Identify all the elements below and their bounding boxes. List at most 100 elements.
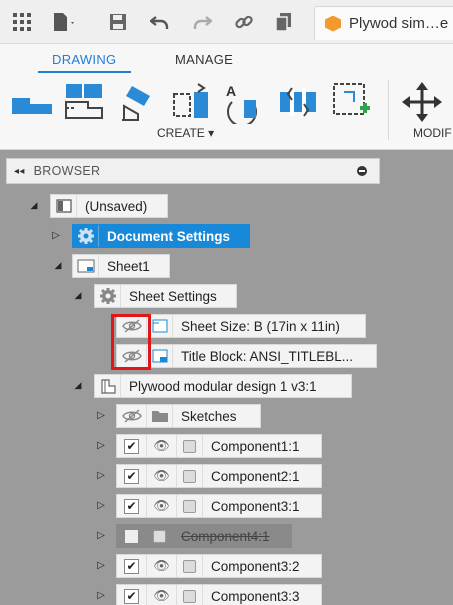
tree-item-label: Component2:1 <box>211 468 300 484</box>
collapse-arrow-icon[interactable]: ▷ <box>95 500 107 511</box>
visibility-checkbox[interactable]: ✔ <box>117 585 147 605</box>
tree-item-sketches[interactable]: Sketches <box>116 404 261 428</box>
tree-item-label: Document Settings <box>107 228 231 244</box>
checkbox-checked-icon[interactable]: ✔ <box>124 438 139 454</box>
link-icon[interactable] <box>232 10 256 34</box>
copy-icon[interactable] <box>272 10 296 34</box>
component-icon <box>147 525 173 547</box>
tab-manage[interactable]: MANAGE <box>175 52 233 67</box>
tree-item-label: Plywood modular design 1 v3:1 <box>129 378 317 394</box>
eye-icon[interactable]: 👁 <box>147 585 177 605</box>
ribbon-separator <box>388 80 389 140</box>
expand-arrow-icon[interactable]: ◢ <box>72 290 84 301</box>
visibility-checkbox[interactable]: ✔ <box>117 465 147 487</box>
checkbox-checked-icon[interactable]: ✔ <box>124 558 139 574</box>
tree-root-label: (Unsaved) <box>85 198 148 214</box>
folder-icon <box>147 405 173 427</box>
eye-icon[interactable]: 👁 <box>147 555 177 577</box>
design-ref-icon <box>95 375 121 397</box>
gear-icon <box>95 285 121 307</box>
detail-view-icon[interactable] <box>170 80 214 124</box>
document-tab-title: Plywod sim…e <box>349 15 449 32</box>
document-icon <box>51 195 77 217</box>
component-icon <box>177 555 203 577</box>
collapse-arrow-icon[interactable]: ▷ <box>95 590 107 601</box>
checkbox-checked-icon[interactable]: ✔ <box>124 498 139 514</box>
tree-item-component[interactable]: ✔ 👁 Component2:1 <box>116 464 322 488</box>
collapse-arrow-icon[interactable]: ▷ <box>95 530 107 541</box>
tree-item-label: Sheet1 <box>107 258 150 274</box>
save-icon[interactable] <box>106 10 130 34</box>
highlight-box <box>111 314 151 370</box>
tree-item-sheet-settings[interactable]: Sheet Settings <box>94 284 237 308</box>
collapse-arrow-icon[interactable]: ▷ <box>95 410 107 421</box>
tree-item-title-block[interactable]: Title Block: ANSI_TITLEBL... <box>116 344 377 368</box>
checkbox-unchecked-icon[interactable] <box>124 528 139 544</box>
collapse-panel-icon[interactable]: ◂◂ <box>14 166 25 177</box>
base-view-icon[interactable] <box>10 80 54 124</box>
modify-menu[interactable]: MODIF <box>413 126 452 140</box>
break-view-icon[interactable] <box>276 80 320 124</box>
tree-item-component[interactable]: ✔ 👁 Component3:1 <box>116 494 322 518</box>
eye-icon[interactable]: 👁 <box>147 495 177 517</box>
expand-arrow-icon[interactable]: ◢ <box>52 260 64 271</box>
tree-root[interactable]: (Unsaved) <box>50 194 168 218</box>
browser-panel: ◂◂ BROWSER ◢ (Unsaved) ▷ Document Settin… <box>0 150 453 605</box>
tree-item-label: Component3:2 <box>211 558 300 574</box>
tab-drawing[interactable]: DRAWING <box>52 52 116 67</box>
ribbon: DRAWING MANAGE A CREATE ▾ MODIF <box>0 44 453 150</box>
minimize-icon[interactable] <box>357 166 367 176</box>
tree-item-sheet1[interactable]: Sheet1 <box>72 254 170 278</box>
visibility-checkbox[interactable]: ✔ <box>117 555 147 577</box>
collapse-arrow-icon[interactable]: ▷ <box>95 440 107 451</box>
move-icon[interactable] <box>400 80 444 124</box>
tree-item-component[interactable]: ✔ 👁 Component1:1 <box>116 434 322 458</box>
app-toolbar: Plywod sim…e <box>0 0 453 44</box>
tree-item-component[interactable]: ✔ 👁 Component3:2 <box>116 554 322 578</box>
checkbox-checked-icon[interactable]: ✔ <box>124 588 139 604</box>
component-icon <box>177 495 203 517</box>
hidden-eye-icon[interactable] <box>117 405 147 427</box>
tree-item-label: Component3:1 <box>211 498 300 514</box>
new-sketch-icon[interactable] <box>330 80 374 124</box>
tree-item-label: Component3:3 <box>211 588 300 604</box>
tree-item-design[interactable]: Plywood modular design 1 v3:1 <box>94 374 352 398</box>
active-tab-underline <box>38 71 131 73</box>
eye-icon[interactable]: 👁 <box>147 435 177 457</box>
visibility-checkbox[interactable]: ✔ <box>117 495 147 517</box>
collapse-arrow-icon[interactable]: ▷ <box>95 560 107 571</box>
projected-view-icon[interactable] <box>62 80 106 124</box>
tree-item-label: Sketches <box>181 408 237 424</box>
create-menu[interactable]: CREATE ▾ <box>157 126 214 140</box>
section-view-icon[interactable] <box>118 80 162 124</box>
tree-item-component[interactable]: ✔ 👁 Component3:3 <box>116 584 322 605</box>
tree-item-label: Sheet Settings <box>129 288 217 304</box>
component-icon <box>177 465 203 487</box>
checkbox-checked-icon[interactable]: ✔ <box>124 468 139 484</box>
file-icon[interactable] <box>52 10 76 34</box>
svg-text:A: A <box>226 83 236 99</box>
tree-item-document-settings[interactable]: Document Settings <box>72 224 250 248</box>
component-icon <box>177 435 203 457</box>
tree-item-label: Component4:1 <box>181 528 270 544</box>
expand-arrow-icon[interactable]: ◢ <box>28 200 40 211</box>
tree-item-label: Component1:1 <box>211 438 300 454</box>
browser-title: BROWSER <box>33 164 101 178</box>
tree-item-label: Title Block: ANSI_TITLEBL... <box>181 348 354 364</box>
document-tab[interactable]: Plywod sim…e <box>314 6 453 40</box>
component-icon <box>177 585 203 605</box>
undo-icon[interactable] <box>148 10 172 34</box>
text-view-icon[interactable]: A <box>222 80 266 127</box>
tree-item-label: Sheet Size: B (17in x 11in) <box>181 318 340 334</box>
redo-icon[interactable] <box>190 10 214 34</box>
visibility-checkbox[interactable] <box>117 525 147 547</box>
tree-item-sheet-size[interactable]: Sheet Size: B (17in x 11in) <box>116 314 366 338</box>
expand-arrow-icon[interactable]: ◢ <box>72 380 84 391</box>
eye-icon[interactable]: 👁 <box>147 465 177 487</box>
collapse-arrow-icon[interactable]: ▷ <box>50 230 62 241</box>
grid-icon[interactable] <box>10 10 34 34</box>
visibility-checkbox[interactable]: ✔ <box>117 435 147 457</box>
collapse-arrow-icon[interactable]: ▷ <box>95 470 107 481</box>
sheet-icon <box>73 255 99 277</box>
tree-item-component-hidden[interactable]: Component4:1 <box>116 524 292 548</box>
